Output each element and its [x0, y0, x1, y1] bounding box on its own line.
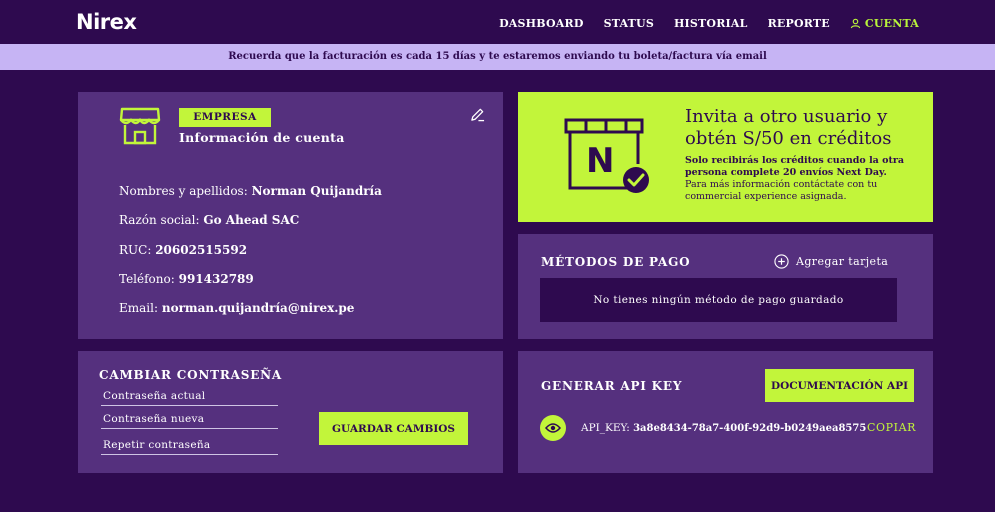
- store-check-icon: N: [564, 118, 649, 193]
- nav-cuenta-label: CUENTA: [864, 17, 919, 30]
- top-navbar: Nirex DASHBOARD STATUS HISTORIAL REPORTE…: [0, 0, 995, 44]
- no-payment-methods-message: No tienes ningún método de pago guardado: [540, 278, 897, 322]
- account-info-card: EMPRESA Información de cuenta Nombres y …: [78, 92, 503, 339]
- add-card-label: Agregar tarjeta: [796, 255, 889, 268]
- pencil-edit-icon[interactable]: [470, 107, 485, 122]
- change-password-card: CAMBIAR CONTRASEÑA GUARDAR CAMBIOS: [78, 351, 503, 473]
- nav-dashboard[interactable]: DASHBOARD: [499, 17, 584, 30]
- info-label: Teléfono:: [119, 272, 175, 286]
- account-info-title: Información de cuenta: [179, 130, 345, 145]
- info-row-email: Email: norman.quijandría@nirex.pe: [119, 301, 354, 315]
- nirex-logo[interactable]: Nirex: [76, 10, 137, 34]
- info-value: 991432789: [178, 272, 254, 286]
- new-password-field[interactable]: [101, 412, 278, 429]
- add-card-button[interactable]: Agregar tarjeta: [774, 254, 888, 269]
- nav-historial[interactable]: HISTORIAL: [674, 17, 748, 30]
- info-value: norman.quijandría@nirex.pe: [161, 301, 355, 315]
- billing-banner: Recuerda que la facturación es cada 15 d…: [0, 44, 995, 70]
- nav-status[interactable]: STATUS: [604, 17, 654, 30]
- api-docs-button[interactable]: DOCUMENTACIÓN API: [765, 369, 914, 402]
- info-row-ruc: RUC: 20602515592: [119, 243, 247, 257]
- info-label: Email:: [119, 301, 159, 315]
- info-value: Go Ahead SAC: [203, 213, 300, 227]
- show-key-button[interactable]: [540, 415, 566, 441]
- api-key-label: API_KEY:: [581, 422, 630, 434]
- info-row-name: Nombres y apellidos: Norman Quijandría: [119, 184, 382, 198]
- api-key-value: 3a8e8434-78a7-400f-92d9-b0249aea8575: [633, 423, 867, 434]
- info-label: Nombres y apellidos:: [119, 184, 248, 198]
- info-label: RUC:: [119, 243, 152, 257]
- info-value: Norman Quijandría: [251, 184, 382, 198]
- current-password-field[interactable]: [101, 389, 278, 406]
- eye-icon: [545, 423, 561, 433]
- n-letter: N: [586, 141, 614, 181]
- change-password-title: CAMBIAR CONTRASEÑA: [99, 368, 283, 382]
- invite-contact-note: Para más información contáctate con tu c…: [685, 179, 878, 202]
- payment-methods-title: MÉTODOS DE PAGO: [541, 255, 691, 269]
- nav-reporte[interactable]: REPORTE: [768, 17, 830, 30]
- api-key-display: API_KEY: 3a8e8434-78a7-400f-92d9-b0249ae…: [581, 422, 866, 434]
- save-changes-button[interactable]: GUARDAR CAMBIOS: [319, 412, 468, 445]
- nav-cuenta[interactable]: CUENTA: [850, 17, 919, 30]
- plus-circle-icon: [774, 254, 789, 269]
- store-icon: [119, 107, 161, 145]
- api-key-card: GENERAR API KEY DOCUMENTACIÓN API API_KE…: [518, 351, 933, 473]
- main-nav: DASHBOARD STATUS HISTORIAL REPORTE CUENT…: [499, 17, 919, 30]
- invite-promo-card: N Invita a otro usuario y obtén S/50 en …: [518, 92, 933, 222]
- info-row-company: Razón social: Go Ahead SAC: [119, 213, 299, 227]
- copy-key-button[interactable]: COPIAR: [867, 421, 916, 434]
- info-value: 20602515592: [155, 243, 248, 257]
- api-key-title: GENERAR API KEY: [541, 379, 683, 393]
- info-label: Razón social:: [119, 213, 200, 227]
- invite-title: Invita a otro usuario y obtén S/50 en cr…: [685, 106, 892, 149]
- repeat-password-field[interactable]: [101, 438, 278, 455]
- payment-methods-card: MÉTODOS DE PAGO Agregar tarjeta No tiene…: [518, 234, 933, 339]
- user-icon: [850, 18, 861, 29]
- invite-condition: Solo recibirás los créditos cuando la ot…: [685, 155, 905, 178]
- company-badge: EMPRESA: [179, 108, 271, 127]
- info-row-phone: Teléfono: 991432789: [119, 272, 254, 286]
